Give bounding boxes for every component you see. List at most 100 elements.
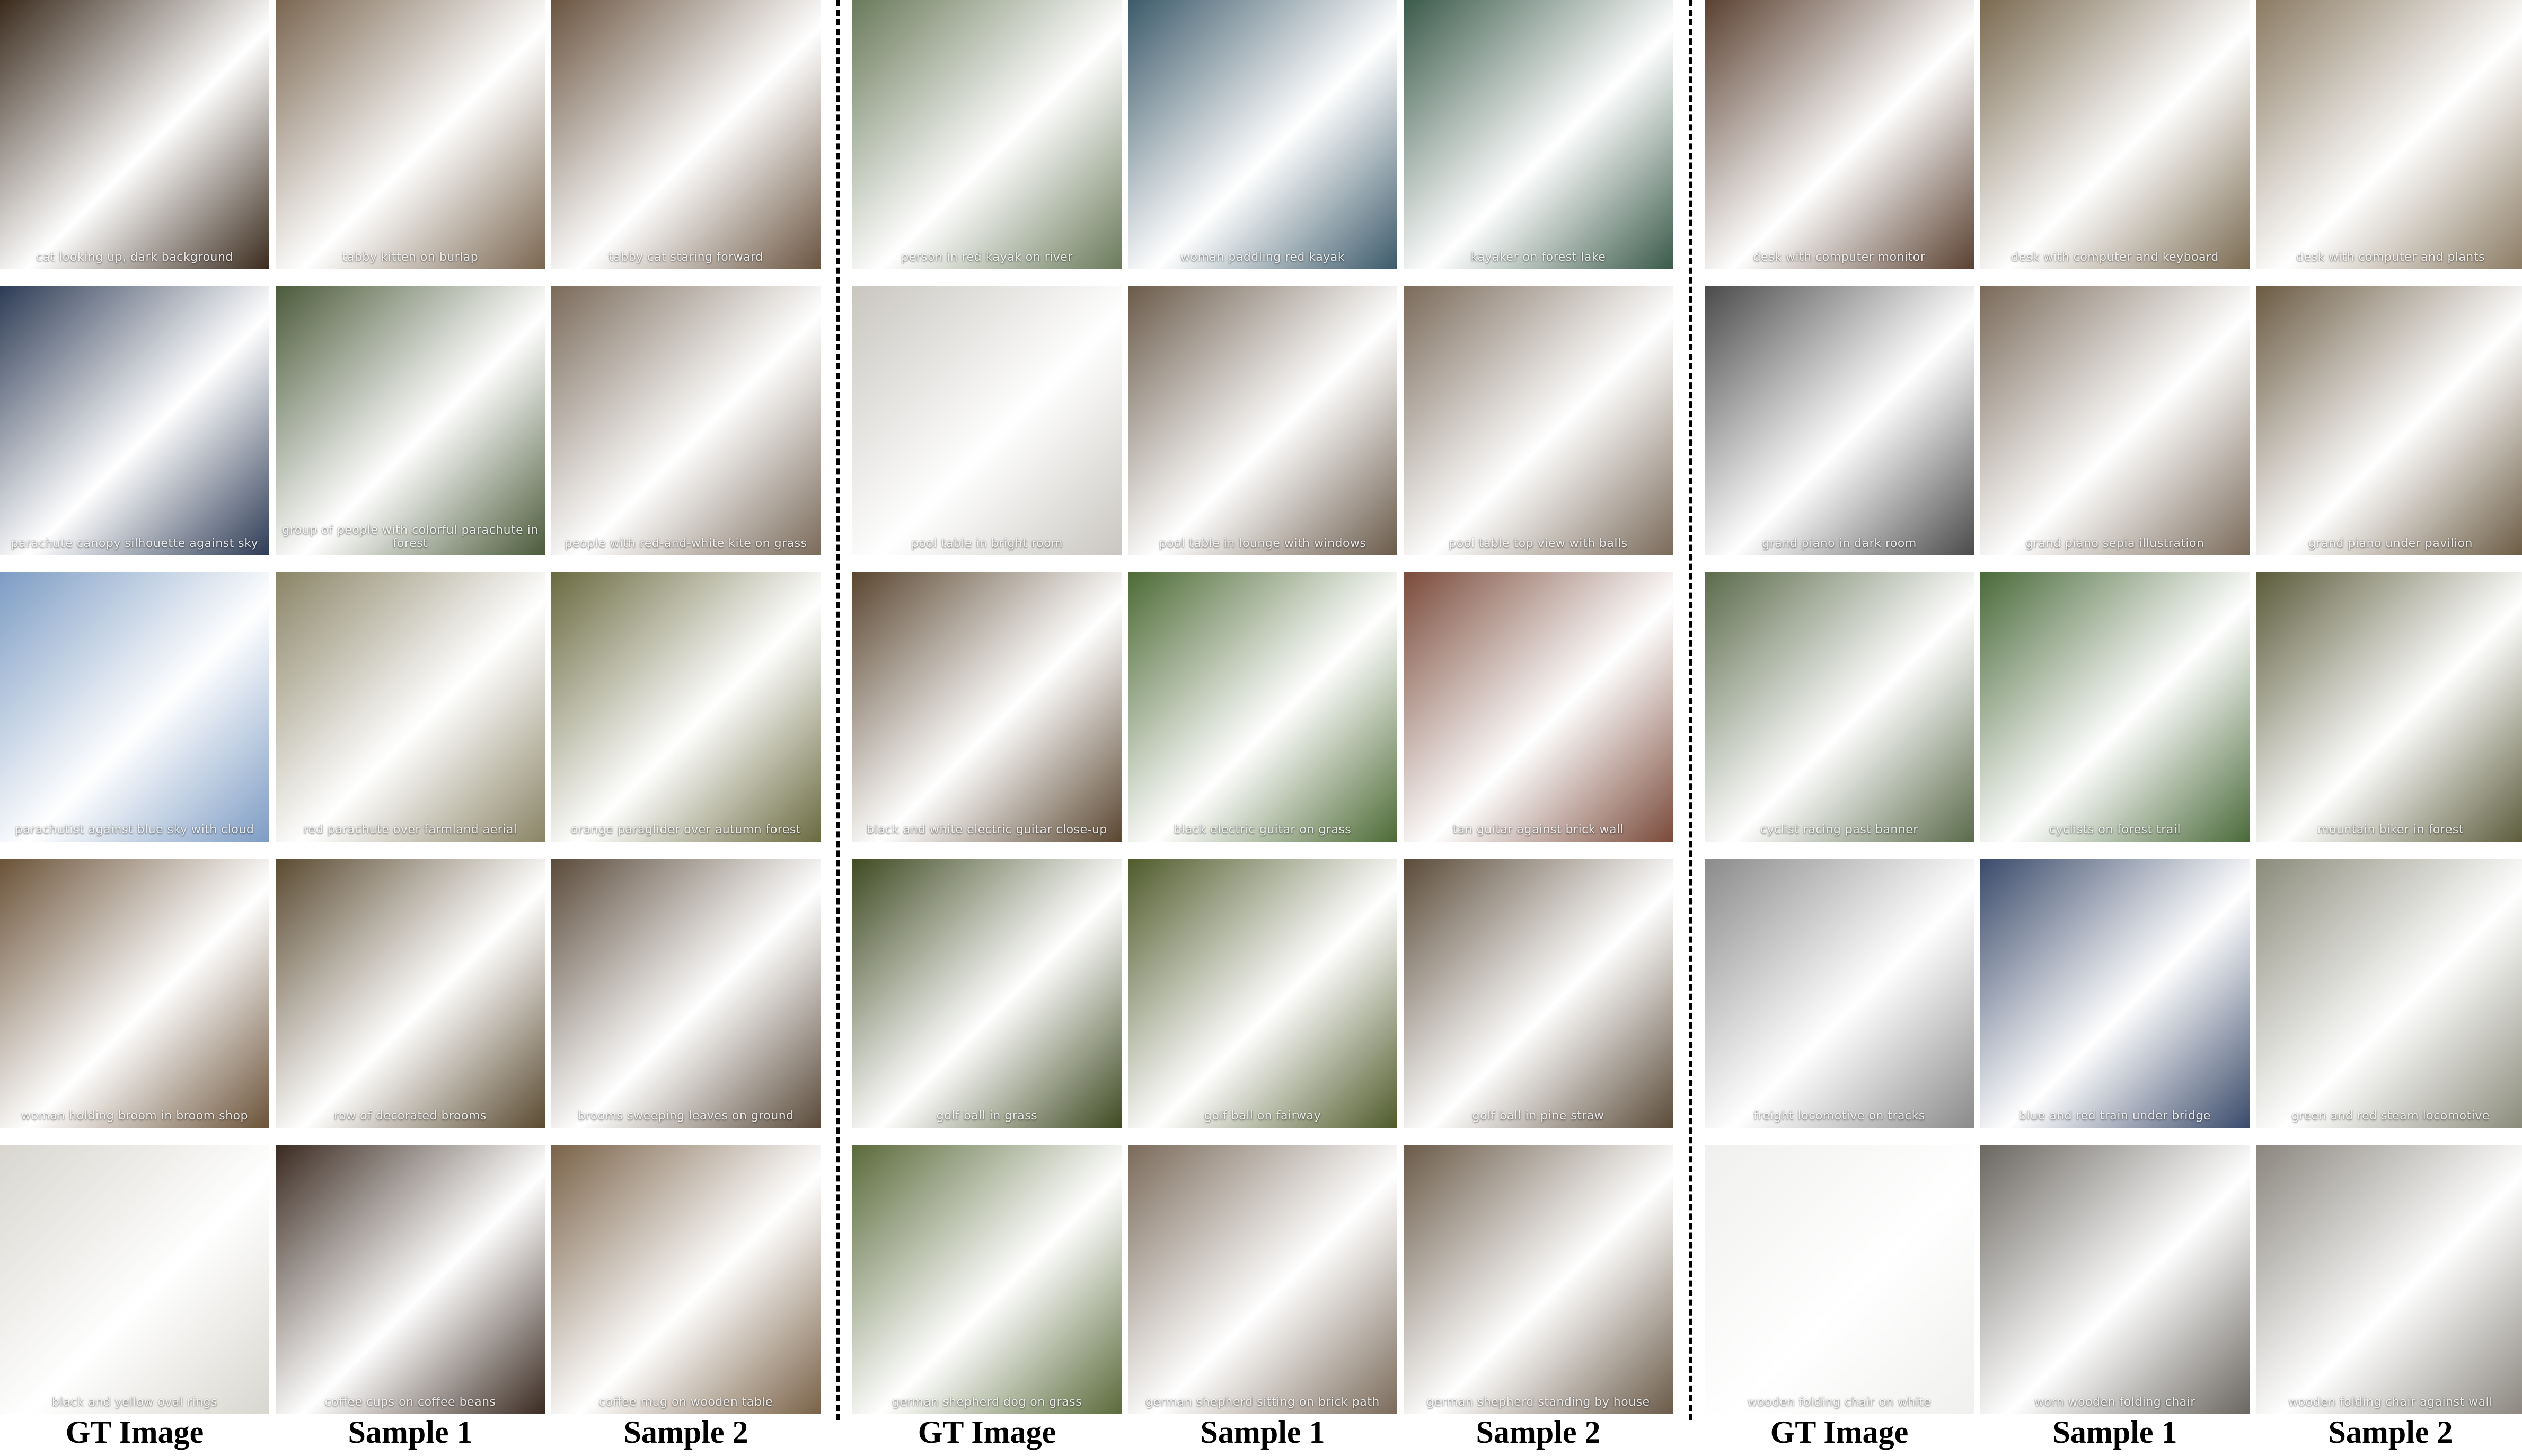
photo-tile-g1-r4-c2: row of decorated brooms xyxy=(276,859,545,1128)
photo-tile-g1-r1-c3: tabby cat staring forward xyxy=(551,0,821,269)
photo-tile-g2-r2-c2: pool table in lounge with windows xyxy=(1128,286,1397,555)
photo-tile-g3-r2-c3: grand piano under pavilion xyxy=(2256,286,2522,555)
photo-tile-g2-r3-c3: tan guitar against brick wall xyxy=(1404,572,1673,842)
photo-placeholder-label: coffee mug on wooden table xyxy=(599,1396,773,1409)
photo-placeholder-label: orange paraglider over autumn forest xyxy=(571,823,801,836)
caption-g3-c3: Sample 2 xyxy=(2328,1415,2453,1450)
photo-tile-g2-r5-c2: german shepherd sitting on brick path xyxy=(1128,1145,1397,1414)
photo-placeholder-label: black electric guitar on grass xyxy=(1174,823,1352,836)
photo-placeholder-label: grand piano sepia illustration xyxy=(2025,537,2204,550)
photo-placeholder-label: row of decorated brooms xyxy=(334,1109,487,1123)
photo-placeholder-label: black and white electric guitar close-up xyxy=(867,823,1107,836)
photo-placeholder-label: people with red-and-white kite on grass xyxy=(565,537,807,550)
photo-tile-g3-r2-c1: grand piano in dark room xyxy=(1705,286,1974,555)
photo-placeholder-label: cyclists on forest trail xyxy=(2049,823,2181,836)
photo-tile-g1-r3-c3: orange paraglider over autumn forest xyxy=(551,572,821,842)
photo-placeholder-label: woman holding broom in broom shop xyxy=(21,1109,248,1123)
photo-placeholder-label: person in red kayak on river xyxy=(901,251,1073,264)
photo-placeholder-label: german shepherd dog on grass xyxy=(892,1396,1082,1409)
photo-tile-g3-r3-c3: mountain biker in forest xyxy=(2256,572,2522,842)
photo-placeholder-label: desk with computer monitor xyxy=(1753,251,1926,264)
photo-tile-g2-r4-c3: golf ball in pine straw xyxy=(1404,859,1673,1128)
photo-placeholder-label: golf ball on fairway xyxy=(1204,1109,1321,1123)
photo-tile-g3-r1-c3: desk with computer and plants xyxy=(2256,0,2522,269)
photo-tile-g2-r1-c2: woman paddling red kayak xyxy=(1128,0,1397,269)
photo-tile-g3-r4-c1: freight locomotive on tracks xyxy=(1705,859,1974,1128)
photo-placeholder-label: tan guitar against brick wall xyxy=(1452,823,1624,836)
photo-placeholder-label: parachutist against blue sky with cloud xyxy=(15,823,254,836)
photo-placeholder-label: woman paddling red kayak xyxy=(1180,251,1345,264)
photo-placeholder-label: cyclist racing past banner xyxy=(1760,823,1918,836)
photo-tile-g3-r4-c3: green and red steam locomotive xyxy=(2256,859,2522,1128)
photo-tile-g2-r1-c3: kayaker on forest lake xyxy=(1404,0,1673,269)
caption-g2-c2: Sample 1 xyxy=(1200,1415,1325,1450)
photo-placeholder-label: german shepherd standing by house xyxy=(1426,1396,1650,1409)
photo-placeholder-label: kayaker on forest lake xyxy=(1470,251,1606,264)
photo-tile-g1-r1-c1: cat looking up, dark background xyxy=(0,0,269,269)
photo-placeholder-label: blue and red train under bridge xyxy=(2019,1109,2211,1123)
photo-tile-g2-r2-c1: pool table in bright room xyxy=(852,286,1122,555)
photo-placeholder-label: brooms sweeping leaves on ground xyxy=(578,1109,794,1123)
caption-g1-c3: Sample 2 xyxy=(623,1415,748,1450)
photo-tile-g2-r5-c1: german shepherd dog on grass xyxy=(852,1145,1122,1414)
photo-placeholder-label: golf ball in grass xyxy=(936,1109,1038,1123)
photo-placeholder-label: tabby cat staring forward xyxy=(609,251,763,264)
photo-placeholder-label: worn wooden folding chair xyxy=(2034,1396,2195,1409)
photo-tile-g2-r3-c1: black and white electric guitar close-up xyxy=(852,572,1122,842)
photo-placeholder-label: desk with computer and keyboard xyxy=(2011,251,2219,264)
photo-placeholder-label: pool table in lounge with windows xyxy=(1159,537,1366,550)
group-divider-2 xyxy=(1689,0,1692,1420)
photo-placeholder-label: tabby kitten on burlap xyxy=(342,251,479,264)
photo-placeholder-label: cat looking up, dark background xyxy=(36,251,233,264)
photo-tile-g1-r4-c3: brooms sweeping leaves on ground xyxy=(551,859,821,1128)
photo-placeholder-label: grand piano under pavilion xyxy=(2308,537,2473,550)
photo-tile-g1-r4-c1: woman holding broom in broom shop xyxy=(0,859,269,1128)
photo-placeholder-label: grand piano in dark room xyxy=(1762,537,1917,550)
photo-placeholder-label: wooden folding chair on white xyxy=(1747,1396,1932,1409)
photo-tile-g3-r3-c2: cyclists on forest trail xyxy=(1980,572,2250,842)
photo-tile-g2-r4-c2: golf ball on fairway xyxy=(1128,859,1397,1128)
photo-tile-g1-r2-c2: group of people with colorful parachute … xyxy=(276,286,545,555)
photo-tile-g2-r1-c1: person in red kayak on river xyxy=(852,0,1122,269)
photo-tile-g1-r5-c2: coffee cups on coffee beans xyxy=(276,1145,545,1414)
caption-g3-c2: Sample 1 xyxy=(2052,1415,2177,1450)
photo-tile-g3-r5-c1: wooden folding chair on white xyxy=(1705,1145,1974,1414)
photo-tile-g1-r3-c2: red parachute over farmland aerial xyxy=(276,572,545,842)
caption-g2-c3: Sample 2 xyxy=(1476,1415,1601,1450)
photo-placeholder-label: golf ball in pine straw xyxy=(1472,1109,1604,1123)
photo-tile-g2-r4-c1: golf ball in grass xyxy=(852,859,1122,1128)
caption-g2-c1: GT Image xyxy=(918,1415,1056,1450)
photo-placeholder-label: parachute canopy silhouette against sky xyxy=(11,537,259,550)
photo-placeholder-label: mountain biker in forest xyxy=(2317,823,2464,836)
photo-placeholder-label: pool table in bright room xyxy=(911,537,1063,550)
photo-tile-g3-r4-c2: blue and red train under bridge xyxy=(1980,859,2250,1128)
photo-tile-g3-r1-c1: desk with computer monitor xyxy=(1705,0,1974,269)
photo-placeholder-label: desk with computer and plants xyxy=(2296,251,2485,264)
photo-tile-g2-r3-c2: black electric guitar on grass xyxy=(1128,572,1397,842)
photo-tile-g3-r2-c2: grand piano sepia illustration xyxy=(1980,286,2250,555)
photo-tile-g2-r2-c3: pool table top view with balls xyxy=(1404,286,1673,555)
photo-placeholder-label: wooden folding chair against wall xyxy=(2288,1396,2493,1409)
caption-g1-c2: Sample 1 xyxy=(348,1415,473,1450)
photo-placeholder-label: red parachute over farmland aerial xyxy=(303,823,517,836)
photo-placeholder-label: freight locomotive on tracks xyxy=(1753,1109,1925,1123)
photo-tile-g1-r1-c2: tabby kitten on burlap xyxy=(276,0,545,269)
figure-grid: cat looking up, dark background tabby kit… xyxy=(0,0,2522,1456)
photo-tile-g3-r1-c2: desk with computer and keyboard xyxy=(1980,0,2250,269)
photo-tile-g3-r5-c2: worn wooden folding chair xyxy=(1980,1145,2250,1414)
caption-g1-c1: GT Image xyxy=(65,1415,204,1450)
caption-g3-c1: GT Image xyxy=(1770,1415,1909,1450)
group-divider-1 xyxy=(836,0,840,1420)
photo-placeholder-label: green and red steam locomotive xyxy=(2291,1109,2490,1123)
photo-tile-g1-r2-c1: parachute canopy silhouette against sky xyxy=(0,286,269,555)
photo-tile-g3-r3-c1: cyclist racing past banner xyxy=(1705,572,1974,842)
photo-tile-g2-r5-c3: german shepherd standing by house xyxy=(1404,1145,1673,1414)
photo-tile-g1-r2-c3: people with red-and-white kite on grass xyxy=(551,286,821,555)
photo-placeholder-label: coffee cups on coffee beans xyxy=(324,1396,496,1409)
photo-placeholder-label: black and yellow oval rings xyxy=(51,1396,218,1409)
photo-tile-g1-r3-c1: parachutist against blue sky with cloud xyxy=(0,572,269,842)
photo-placeholder-label: pool table top view with balls xyxy=(1449,537,1628,550)
photo-tile-g1-r5-c3: coffee mug on wooden table xyxy=(551,1145,821,1414)
photo-placeholder-label: group of people with colorful parachute … xyxy=(282,524,539,550)
photo-tile-g3-r5-c3: wooden folding chair against wall xyxy=(2256,1145,2522,1414)
